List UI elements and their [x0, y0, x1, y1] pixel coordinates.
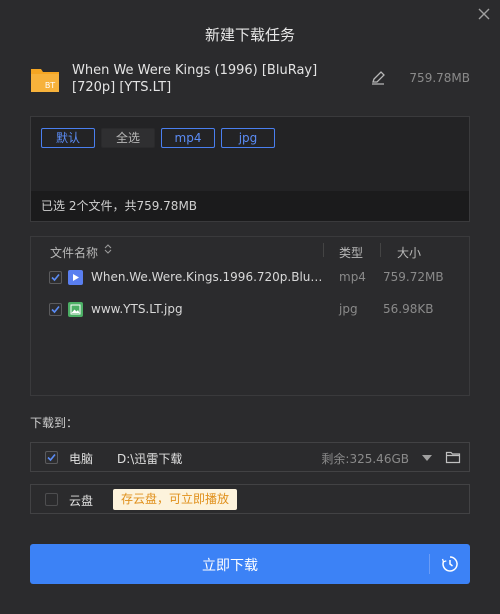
filter-chip-default[interactable]: 默认: [41, 128, 95, 148]
filter-chip-mp4[interactable]: mp4: [161, 128, 215, 148]
selected-summary: 已选 2个文件，共759.78MB: [31, 191, 469, 221]
bt-folder-icon: BT: [30, 64, 60, 94]
row-checkbox[interactable]: [49, 303, 62, 316]
close-icon[interactable]: [476, 6, 492, 22]
destination-cloud-row[interactable]: 云盘 存云盘，可立即播放: [30, 484, 470, 514]
table-row[interactable]: www.YTS.LT.jpg jpg 56.98KB: [31, 297, 469, 323]
edit-icon[interactable]: [370, 70, 386, 86]
cloud-label: 云盘: [69, 494, 94, 508]
sort-icon[interactable]: [103, 243, 113, 255]
header-file-name[interactable]: 文件名称: [50, 244, 98, 261]
filter-chip-select-all[interactable]: 全选: [101, 128, 155, 148]
file-name: When.We.Were.Kings.1996.720p.BluR...: [91, 270, 323, 284]
video-file-icon: [68, 270, 83, 285]
task-name: When We Were Kings (1996) [BluRay] [720p…: [72, 63, 318, 95]
file-table: 文件名称 类型 大小 When.We.Were.Kings.1996.720p.…: [30, 236, 470, 396]
header-divider: [380, 243, 381, 257]
download-path[interactable]: D:\迅雷下载: [117, 450, 182, 467]
file-size: 759.72MB: [383, 270, 444, 284]
destination-pc-row[interactable]: 电脑 D:\迅雷下载 剩余:325.46GB: [30, 442, 470, 472]
header-type[interactable]: 类型: [339, 244, 363, 261]
file-name: www.YTS.LT.jpg: [91, 302, 183, 316]
task-total-size: 759.78MB: [409, 71, 470, 85]
task-header: BT When We Were Kings (1996) [BluRay] [7…: [30, 62, 470, 98]
cloud-checkbox[interactable]: [45, 493, 58, 506]
filter-chip-jpg[interactable]: jpg: [221, 128, 275, 148]
cloud-tip: 存云盘，可立即播放: [113, 489, 238, 510]
file-size: 56.98KB: [383, 302, 434, 316]
dialog-title: 新建下载任务: [204, 26, 295, 44]
row-checkbox[interactable]: [49, 271, 62, 284]
file-type: jpg: [339, 302, 358, 316]
table-row[interactable]: When.We.Were.Kings.1996.720p.BluR... mp4…: [31, 265, 469, 291]
download-now-button[interactable]: 立即下载: [30, 544, 470, 584]
header-divider: [323, 243, 324, 257]
file-type: mp4: [339, 270, 366, 284]
timer-icon[interactable]: [440, 554, 460, 574]
download-now-label: 立即下载: [202, 558, 258, 574]
filter-panel: 默认 全选 mp4 jpg 已选 2个文件，共759.78MB: [30, 116, 470, 222]
download-to-label: 下载到：: [30, 416, 79, 430]
image-file-icon: [68, 302, 83, 317]
folder-icon[interactable]: [445, 449, 461, 465]
remaining-space: 剩余:325.46GB: [321, 452, 409, 466]
chevron-down-icon[interactable]: [421, 452, 433, 462]
header-size[interactable]: 大小: [397, 244, 421, 261]
button-divider: [429, 554, 430, 574]
bt-icon-label: BT: [45, 81, 55, 90]
pc-checkbox[interactable]: [45, 451, 58, 464]
pc-label: 电脑: [69, 452, 94, 466]
